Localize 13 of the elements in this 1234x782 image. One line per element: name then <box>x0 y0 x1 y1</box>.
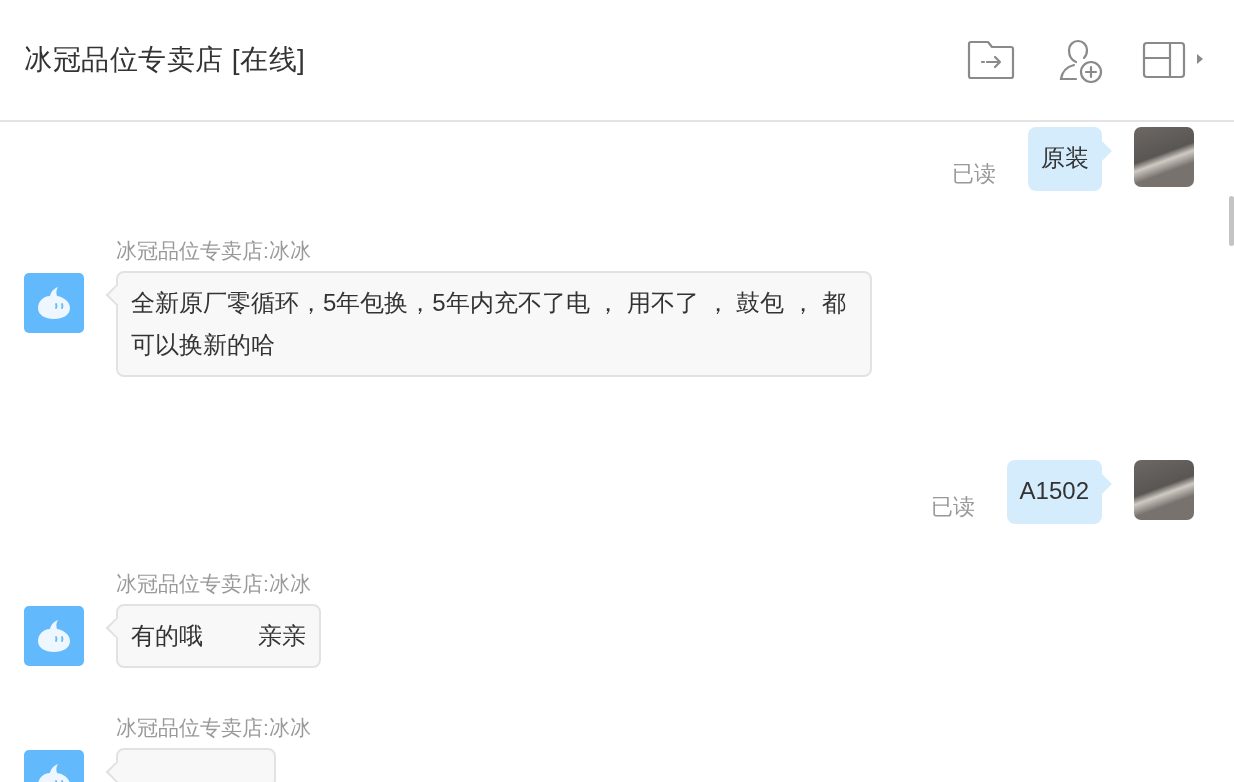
sender-name: 冰冠品位专卖店:冰冰 <box>116 238 312 264</box>
read-status: 已读 <box>952 160 996 188</box>
sender-name: 冰冠品位专卖店:冰冰 <box>116 571 312 597</box>
sender-name: 冰冠品位专卖店:冰冰 <box>116 715 312 741</box>
layout-panel-icon[interactable] <box>1142 41 1204 79</box>
droplet-face-icon <box>36 619 72 653</box>
photo-placeholder <box>1134 460 1194 520</box>
folder-arrow-icon[interactable] <box>966 39 1016 81</box>
chat-title: 冰冠品位专卖店 [在线] <box>24 43 307 77</box>
read-status: 已读 <box>930 493 975 521</box>
droplet-face-icon <box>36 286 72 320</box>
photo-placeholder <box>1134 127 1194 187</box>
scrollbar-thumb[interactable] <box>1229 196 1234 246</box>
